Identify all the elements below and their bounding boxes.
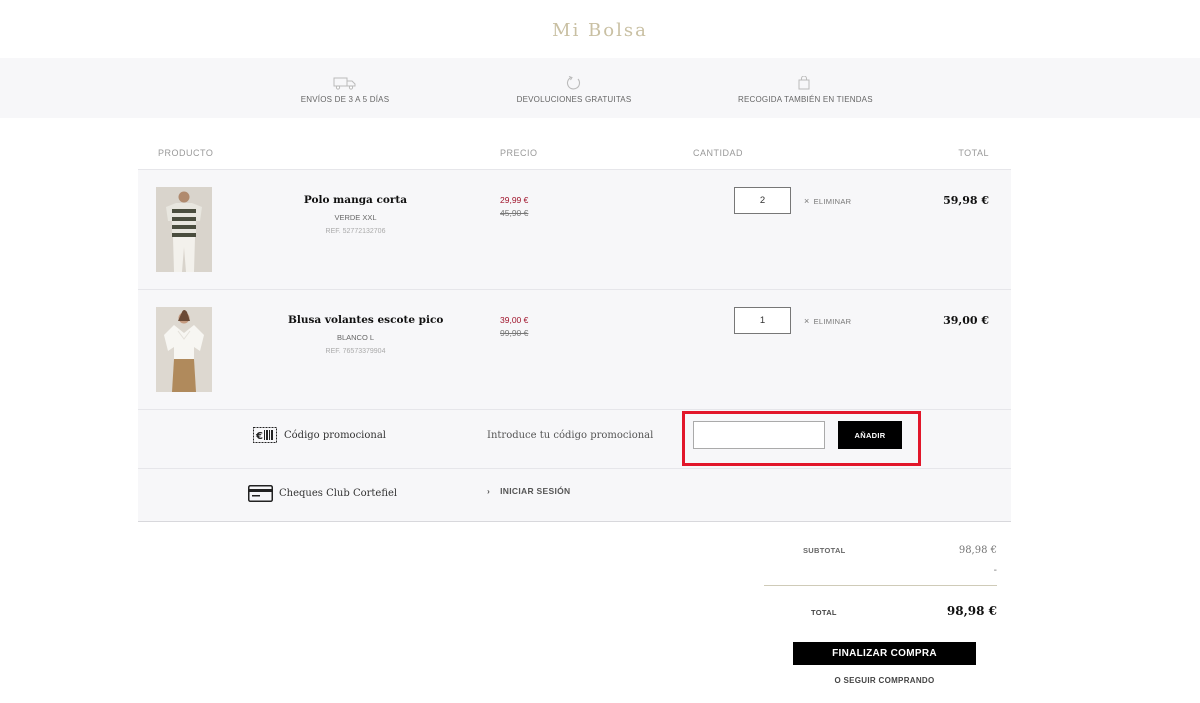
- cart-table-header: PRODUCTO PRECIO CANTIDAD TOTAL: [138, 118, 1011, 170]
- close-icon: ×: [804, 196, 810, 206]
- credit-card-icon: [248, 485, 273, 502]
- login-label: INICIAR SESIÓN: [500, 486, 571, 496]
- quantity-input[interactable]: 1: [734, 307, 791, 334]
- benefit-store-pickup: RECOGIDA TAMBIÉN EN TIENDAS: [738, 58, 873, 118]
- cart-item: Polo manga corta VERDE XXL REF. 52772132…: [138, 170, 1011, 290]
- item-total: 39,00 €: [943, 314, 989, 327]
- item-total: 59,98 €: [943, 194, 989, 207]
- page-title: Mi Bolsa: [552, 20, 648, 41]
- item-sale-price: 39,00 €: [500, 315, 529, 325]
- checkout-button[interactable]: FINALIZAR COMPRA: [793, 642, 976, 665]
- item-name[interactable]: Blusa volantes escote pico: [288, 314, 443, 326]
- login-link[interactable]: › INICIAR SESIÓN: [487, 486, 570, 496]
- item-original-price: 99,90 €: [500, 328, 529, 338]
- remove-label: ELIMINAR: [813, 197, 852, 206]
- item-variant: VERDE XXL: [334, 213, 377, 222]
- cart-table: PRODUCTO PRECIO CANTIDAD TOTAL Polo mang…: [138, 118, 1011, 522]
- header-quantity: CANTIDAD: [693, 148, 744, 158]
- quantity-input[interactable]: 2: [734, 187, 791, 214]
- add-promo-button[interactable]: AÑADIR: [838, 421, 902, 449]
- benefit-label: RECOGIDA TAMBIÉN EN TIENDAS: [738, 95, 873, 104]
- discount-value: -: [993, 565, 997, 576]
- item-sale-price: 29,99 €: [500, 195, 529, 205]
- benefit-shipping: ENVÍOS DE 3 A 5 DÍAS: [295, 58, 395, 118]
- item-ref: REF. 52772132706: [325, 228, 386, 235]
- polo-image[interactable]: [156, 187, 212, 272]
- summary-divider: [764, 585, 997, 586]
- header-price: PRECIO: [500, 148, 538, 158]
- shopping-bag-icon: [798, 76, 810, 90]
- benefit-label: DEVOLUCIONES GRATUITAS: [516, 95, 632, 104]
- truck-icon: [333, 77, 356, 90]
- subtotal-value: 98,98 €: [958, 545, 997, 556]
- remove-item-button[interactable]: × ELIMINAR: [804, 316, 851, 326]
- benefit-label: ENVÍOS DE 3 A 5 DÍAS: [300, 95, 390, 104]
- promo-hint: Introduce tu código promocional: [487, 430, 654, 441]
- benefit-returns: DEVOLUCIONES GRATUITAS: [514, 58, 634, 118]
- header-product: PRODUCTO: [158, 148, 214, 158]
- benefits-bar: ENVÍOS DE 3 A 5 DÍAS DEVOLUCIONES GRATUI…: [0, 58, 1200, 118]
- promo-code-row: € Código promocional Introduce tu código…: [138, 410, 1011, 469]
- promo-code-input[interactable]: [693, 421, 825, 449]
- header-total: TOTAL: [958, 148, 989, 158]
- promo-coupon-icon: €: [253, 427, 277, 443]
- blouse-image[interactable]: [156, 307, 212, 392]
- total-value: 98,98 €: [946, 604, 997, 618]
- continue-shopping-link[interactable]: O SEGUIR COMPRANDO: [793, 676, 976, 685]
- cart-item: Blusa volantes escote pico BLANCO L REF.…: [138, 290, 1011, 410]
- item-name[interactable]: Polo manga corta: [288, 194, 423, 206]
- club-label: Cheques Club Cortefiel: [279, 488, 398, 499]
- remove-item-button[interactable]: × ELIMINAR: [804, 196, 851, 206]
- svg-text:€: €: [255, 431, 263, 442]
- club-cheques-row: Cheques Club Cortefiel › INICIAR SESIÓN: [138, 469, 1011, 522]
- item-variant: BLANCO L: [336, 333, 375, 342]
- item-original-price: 45,90 €: [500, 208, 529, 218]
- item-ref: REF. 76573379904: [325, 348, 386, 355]
- subtotal-label: SUBTOTAL: [803, 546, 846, 555]
- total-label: TOTAL: [811, 608, 837, 617]
- return-icon: [567, 76, 581, 90]
- remove-label: ELIMINAR: [813, 317, 852, 326]
- promo-label: Código promocional: [284, 430, 386, 441]
- close-icon: ×: [804, 316, 810, 326]
- chevron-right-icon: ›: [487, 486, 491, 496]
